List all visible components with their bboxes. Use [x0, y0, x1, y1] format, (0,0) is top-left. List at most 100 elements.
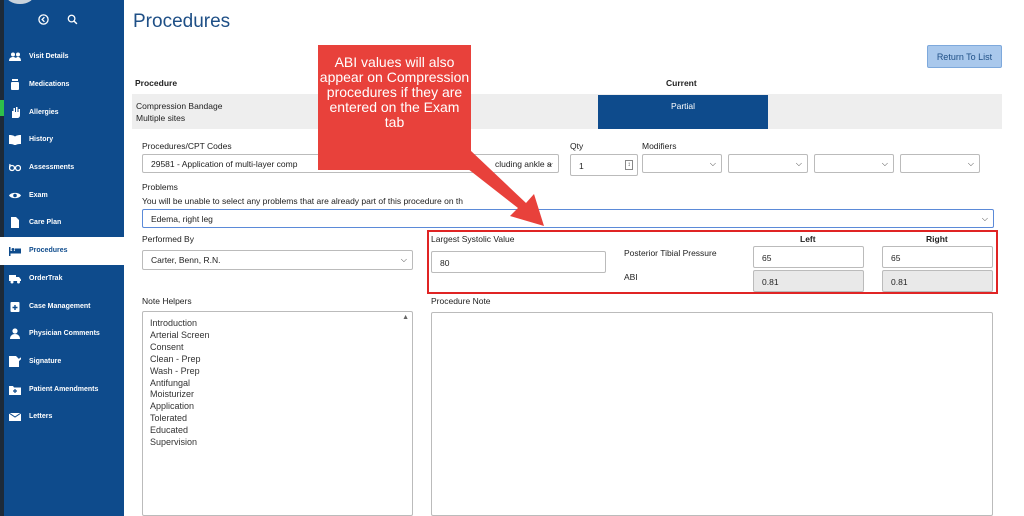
qty-stepper[interactable]: 1 ↕ [570, 154, 638, 176]
sidebar-item-ordertrak[interactable]: OrderTrak [0, 265, 124, 293]
sidebar-item-label: Physician Comments [29, 330, 100, 338]
procedure-name: Compression Bandage Multiple sites [136, 100, 222, 124]
modifier-select-2[interactable]: ⌵ [728, 154, 808, 173]
problems-note-text: You will be unable to select any problem… [142, 196, 463, 206]
chevron-down-icon: ⌵ [881, 159, 888, 168]
modifiers-label: Modifiers [642, 141, 677, 151]
cpt-codes-value: 29581 - Application of multi-layer comp [151, 159, 298, 169]
note-helper-item[interactable]: Clean - Prep [150, 354, 210, 366]
problems-note: You will be unable to select any problem… [142, 196, 535, 206]
hand-icon [12, 106, 20, 118]
sidebar-item-history[interactable]: History [0, 126, 124, 154]
procedure-line-2: Multiple sites [136, 113, 186, 123]
chevron-down-icon: ⌵ [795, 159, 802, 168]
users-icon [9, 52, 21, 62]
chevron-down-icon: ⌵ [981, 214, 988, 223]
page-title: Procedures [133, 11, 231, 32]
note-helper-item[interactable]: Tolerated [150, 413, 210, 425]
chevron-down-icon: ⌵ [400, 255, 407, 264]
note-helper-item[interactable]: Educated [150, 425, 210, 437]
sidebar-top-controls [38, 14, 78, 25]
modifier-select-4[interactable]: ⌵ [900, 154, 980, 173]
chevron-down-icon: ⌵ [967, 159, 974, 168]
performed-by-select[interactable]: Carter, Benn, R.N. ⌵ [142, 250, 413, 270]
sidebar-item-allergies[interactable]: Allergies [0, 98, 124, 126]
eye-icon [9, 192, 21, 198]
sidebar-item-signature[interactable]: Signature [0, 348, 124, 376]
stepper-icon[interactable]: ↕ [625, 160, 633, 170]
bed-icon [9, 247, 21, 257]
note-helper-item[interactable]: Antifungal [150, 378, 210, 390]
procedure-row[interactable]: Compression Bandage Multiple sites [132, 94, 1002, 129]
procedure-line-1: Compression Bandage [136, 101, 223, 111]
sidebar-item-label: Assessments [29, 164, 75, 172]
search-icon[interactable] [67, 14, 78, 25]
note-helper-item[interactable]: Consent [150, 342, 210, 354]
sidebar-item-patient-amendments[interactable]: Patient Amendments [0, 375, 124, 403]
book-icon [9, 135, 21, 146]
problems-select[interactable]: Edema, right leg ⌵ [142, 209, 994, 228]
main-content: Procedures Return To List Procedure Curr… [124, 0, 1024, 516]
qty-value: 1 [579, 161, 584, 171]
sidebar-item-assessments[interactable]: Assessments [0, 154, 124, 182]
sidebar-item-label: History [29, 136, 54, 144]
chevron-down-icon: ⌵ [546, 159, 553, 168]
cpt-codes-label: Procedures/CPT Codes [142, 141, 232, 151]
abi-highlight-box [427, 230, 998, 294]
sidebar-item-label: OrderTrak [29, 274, 63, 282]
envelope-icon [9, 412, 21, 422]
chevron-down-icon: ⌵ [709, 159, 716, 168]
sidebar-item-exam[interactable]: Exam [0, 181, 124, 209]
glasses-icon [9, 164, 21, 172]
sidebar-item-label: Procedures [29, 247, 68, 255]
current-status-cell: Partial [598, 95, 768, 129]
modifier-select-3[interactable]: ⌵ [814, 154, 894, 173]
clipboard-icon [10, 301, 20, 312]
problems-value: Edema, right leg [151, 214, 213, 224]
truck-icon [9, 274, 21, 284]
sidebar-item-medications[interactable]: Medications [0, 71, 124, 99]
folder-icon [9, 385, 21, 395]
sidebar-item-visit-details[interactable]: Visit Details [0, 43, 124, 71]
note-helper-item[interactable]: Introduction [150, 318, 210, 330]
sidebar: Visit Details Medications Allergies History… [0, 0, 124, 516]
sidebar-item-letters[interactable]: Letters [0, 403, 124, 431]
note-helpers-label: Note Helpers [142, 296, 192, 306]
scroll-up-icon[interactable]: ▲ [402, 314, 409, 321]
note-helper-item[interactable]: Supervision [150, 437, 210, 449]
performed-by-value: Carter, Benn, R.N. [151, 255, 221, 265]
bottle-icon [11, 79, 19, 91]
sidebar-item-physician-comments[interactable]: Physician Comments [0, 320, 124, 348]
return-to-list-button[interactable]: Return To List [927, 45, 1002, 68]
note-helper-item[interactable]: Moisturizer [150, 389, 210, 401]
back-circle-icon[interactable] [38, 14, 49, 25]
signature-icon [9, 355, 21, 367]
procedure-note-textarea[interactable] [431, 312, 993, 516]
sidebar-item-care-plan[interactable]: Care Plan [0, 209, 124, 237]
sidebar-item-label: Care Plan [29, 219, 62, 227]
avatar [6, 0, 34, 4]
note-helper-item[interactable]: Arterial Screen [150, 330, 210, 342]
sidebar-item-case-management[interactable]: Case Management [0, 292, 124, 320]
modifier-select-1[interactable]: ⌵ [642, 154, 722, 173]
sidebar-item-label: Signature [29, 357, 62, 365]
note-helper-item[interactable]: Application [150, 401, 210, 413]
cpt-codes-value-tail: cluding ankle a [495, 159, 552, 169]
sidebar-item-label: Letters [29, 413, 53, 421]
procedures-page: Visit Details Medications Allergies History… [0, 0, 1024, 516]
sidebar-item-label: Patient Amendments [29, 385, 99, 393]
column-header-procedure: Procedure [135, 78, 178, 88]
document-icon [11, 217, 19, 229]
sidebar-nav: Visit Details Medications Allergies History… [0, 43, 124, 431]
sidebar-item-label: Visit Details [29, 53, 69, 61]
procedure-note-label: Procedure Note [431, 296, 491, 306]
annotation-callout: ABI values will also appear on Compressi… [318, 45, 471, 170]
user-icon [10, 328, 20, 340]
sidebar-item-label: Case Management [29, 302, 91, 310]
note-helper-item[interactable]: Wash - Prep [150, 366, 210, 378]
sidebar-item-procedures[interactable]: Procedures [0, 236, 124, 265]
page-scrollbar[interactable] [1016, 0, 1024, 516]
column-header-current: Current [666, 78, 697, 88]
sidebar-item-label: Medications [29, 81, 70, 89]
performed-by-label: Performed By [142, 234, 194, 244]
